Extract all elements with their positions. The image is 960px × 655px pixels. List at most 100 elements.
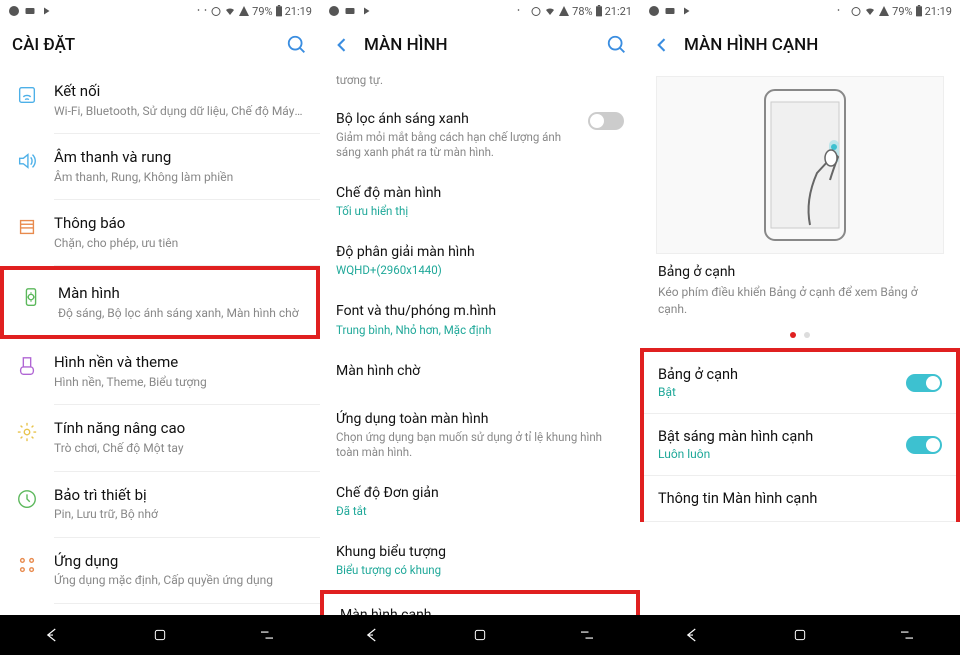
alarm-icon xyxy=(530,5,542,17)
signal-icon xyxy=(558,5,570,17)
settings-item[interactable]: Âm thanh và rung Âm thanh, Rung, Không l… xyxy=(0,134,320,199)
settings-item[interactable]: Màn hình Độ sáng, Bộ lọc ánh sáng xanh, … xyxy=(0,266,320,339)
item-title: Bảo trì thiết bị xyxy=(54,486,304,506)
vibrate-icon xyxy=(196,5,208,17)
home-nav[interactable] xyxy=(460,615,500,655)
display-icon xyxy=(20,286,42,308)
item-title: Độ phân giải màn hình xyxy=(336,243,624,261)
search-button[interactable] xyxy=(606,34,628,56)
toggle-switch[interactable] xyxy=(906,374,942,392)
dot-inactive xyxy=(804,332,810,338)
settings-item[interactable]: Tính năng nâng cao Trò chơi, Chế độ Một … xyxy=(0,405,320,470)
back-nav[interactable] xyxy=(673,615,713,655)
item-title: Màn hình xyxy=(58,284,300,304)
play-icon xyxy=(360,5,372,17)
item-subtitle: Tối ưu hiển thị xyxy=(336,204,624,219)
settings-item[interactable]: Thông báo Chặn, cho phép, ưu tiên xyxy=(0,200,320,265)
intro-text: tương tự. xyxy=(320,68,640,98)
camera-icon xyxy=(24,5,36,17)
battery-icon xyxy=(275,5,283,17)
back-button[interactable] xyxy=(652,35,672,55)
item-title: Màn hình cạnh xyxy=(340,606,620,615)
item-title: Tính năng nâng cao xyxy=(54,419,304,439)
item-subtitle: Pin, Lưu trữ, Bộ nhớ xyxy=(54,507,304,523)
item-title: Ứng dụng xyxy=(54,552,304,572)
back-nav[interactable] xyxy=(33,615,73,655)
gear-icon xyxy=(16,421,38,443)
recent-nav[interactable] xyxy=(887,615,927,655)
time-text: 21:19 xyxy=(285,5,312,18)
settings-item[interactable]: Kết nối Wi-Fi, Bluetooth, Sử dụng dữ liệ… xyxy=(0,68,320,133)
status-bar: 78% 21:21 xyxy=(320,0,640,22)
camera-icon xyxy=(344,5,356,17)
item-subtitle: WQHD+(2960x1440) xyxy=(336,263,624,278)
recent-nav[interactable] xyxy=(247,615,287,655)
home-nav[interactable] xyxy=(780,615,820,655)
item-title: Màn hình chờ xyxy=(336,362,624,380)
back-button[interactable] xyxy=(332,35,352,55)
settings-screen: 79% 21:19 CÀI ĐẶT Kết nối Wi-Fi, Bluetoo… xyxy=(0,0,320,655)
status-bar: 79% 21:19 xyxy=(0,0,320,22)
messenger-icon xyxy=(648,5,660,17)
display-item[interactable]: Chế độ Đơn giản Đã tắt xyxy=(320,472,640,531)
edge-list: Bảng ở cạnhBậtBật sáng màn hình cạnhLuôn… xyxy=(640,348,960,522)
item-title: Ứng dụng toàn màn hình xyxy=(336,410,624,428)
item-subtitle: Chặn, cho phép, ưu tiên xyxy=(54,236,304,252)
display-item[interactable]: Bộ lọc ánh sáng xanhGiảm mỏi mắt bằng cá… xyxy=(320,98,640,172)
wifi-icon xyxy=(864,5,876,17)
display-item[interactable]: Font và thu/phóng m.hìnhTrung bình, Nhỏ … xyxy=(320,290,640,349)
toggle-switch[interactable] xyxy=(588,112,624,130)
item-title: Bảng ở cạnh xyxy=(658,366,906,383)
toggle-switch[interactable] xyxy=(906,436,942,454)
display-item[interactable]: Màn hình cạnh xyxy=(320,590,640,615)
item-title: Chế độ Đơn giản xyxy=(336,484,624,502)
item-subtitle: Đã tắt xyxy=(336,504,624,519)
signal-icon xyxy=(238,5,250,17)
home-nav[interactable] xyxy=(140,615,180,655)
display-item[interactable]: Ứng dụng toàn màn hình Chọn ứng dụng bạn … xyxy=(320,398,640,472)
item-title: Font và thu/phóng m.hình xyxy=(336,302,624,320)
display-item[interactable]: Màn hình chờ xyxy=(320,350,640,398)
display-screen: 78% 21:21 MÀN HÌNH tương tự. Bộ lọc ánh … xyxy=(320,0,640,655)
display-item[interactable]: Độ phân giải màn hình WQHD+(2960x1440) xyxy=(320,231,640,290)
back-nav[interactable] xyxy=(353,615,393,655)
nav-bar xyxy=(0,615,320,655)
settings-item[interactable]: Ứng dụng Ứng dụng mặc định, Cấp quyền ứn… xyxy=(0,538,320,603)
settings-item[interactable]: Hình nền và theme Hình nền, Theme, Biểu … xyxy=(0,339,320,404)
item-subtitle: Wi-Fi, Bluetooth, Sử dụng dữ liệu, Chế đ… xyxy=(54,104,304,120)
edge-content: Bảng ở cạnh Kéo phím điều khiển Bảng ở c… xyxy=(640,68,960,615)
item-subtitle: Chọn ứng dụng bạn muốn sử dụng ở tỉ lệ k… xyxy=(336,430,624,460)
wifi-icon xyxy=(224,5,236,17)
header: CÀI ĐẶT xyxy=(0,22,320,68)
display-item[interactable]: Khung biểu tượngBiểu tượng có khung xyxy=(320,531,640,590)
status-bar: 79% 21:19 xyxy=(640,0,960,22)
edge-item[interactable]: Bật sáng màn hình cạnhLuôn luôn xyxy=(644,414,956,476)
item-subtitle: Biểu tượng có khung xyxy=(336,563,624,578)
messenger-icon xyxy=(328,5,340,17)
item-subtitle: Độ sáng, Bộ lọc ánh sáng xanh, Màn hình … xyxy=(58,306,300,322)
illustration-title: Bảng ở cạnh xyxy=(658,264,942,280)
page-title: CÀI ĐẶT xyxy=(12,35,274,55)
item-title: Âm thanh và rung xyxy=(54,148,304,168)
display-item[interactable]: Chế độ màn hìnhTối ưu hiển thị xyxy=(320,172,640,231)
edge-item[interactable]: Thông tin Màn hình cạnh xyxy=(644,476,956,522)
vibrate-icon xyxy=(836,5,848,17)
edge-illustration xyxy=(656,76,944,254)
battery-text: 79% xyxy=(892,5,912,18)
illustration-desc: Kéo phím điều khiển Bảng ở cạnh để xem B… xyxy=(658,284,942,318)
apps-icon xyxy=(16,554,38,576)
illustration-card: Bảng ở cạnh Kéo phím điều khiển Bảng ở c… xyxy=(656,76,944,348)
item-subtitle: Giảm mỏi mắt bằng cách hạn chế lượng ánh… xyxy=(336,130,572,160)
item-subtitle: Ứng dụng mặc định, Cấp quyền ứng dụng xyxy=(54,573,304,589)
recent-nav[interactable] xyxy=(567,615,607,655)
vibrate-icon xyxy=(516,5,528,17)
item-subtitle: Trò chơi, Chế độ Một tay xyxy=(54,441,304,457)
header: MÀN HÌNH CẠNH xyxy=(640,22,960,68)
settings-item[interactable]: Bảo trì thiết bị Pin, Lưu trữ, Bộ nhớ xyxy=(0,472,320,537)
settings-item[interactable]: Màn hình khóa và bảo mật Màn hình khóa, … xyxy=(0,604,320,615)
edge-item[interactable]: Bảng ở cạnhBật xyxy=(644,352,956,414)
battery-text: 78% xyxy=(572,5,592,18)
nav-bar xyxy=(320,615,640,655)
search-button[interactable] xyxy=(286,34,308,56)
time-text: 21:19 xyxy=(925,5,952,18)
